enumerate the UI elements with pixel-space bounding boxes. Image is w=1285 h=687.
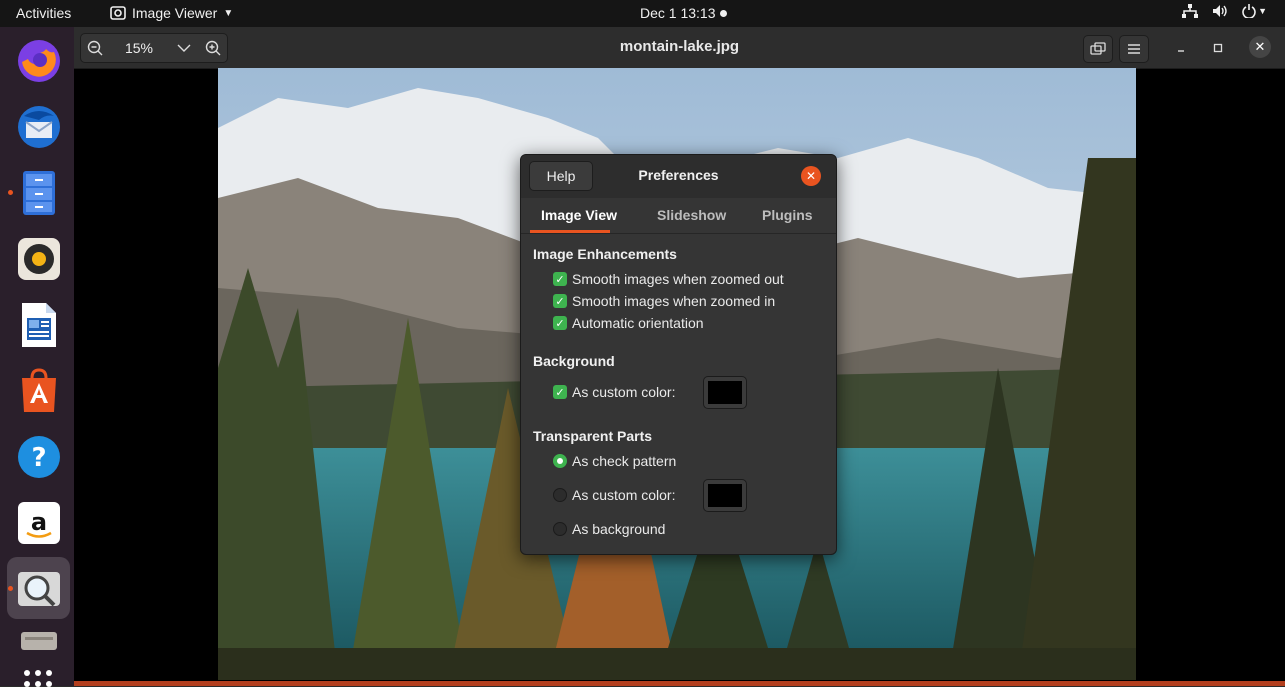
checkmark-icon: ✓: [553, 385, 567, 399]
svg-text:?: ?: [31, 443, 46, 473]
network-icon: [1182, 4, 1199, 18]
dialog-header: Help Preferences ✕: [521, 155, 836, 198]
gallery-button[interactable]: [1083, 35, 1113, 63]
files-icon[interactable]: [14, 168, 64, 218]
running-indicator: [8, 586, 13, 591]
chevron-down-icon: ▼: [223, 7, 234, 19]
radio-label: As custom color:: [572, 487, 676, 503]
hamburger-icon: [1128, 44, 1140, 54]
color-swatch: [708, 381, 742, 404]
clock[interactable]: Dec 1 13:13: [640, 5, 727, 21]
as-background-radio[interactable]: As background: [553, 521, 665, 537]
activities-button[interactable]: Activities: [16, 5, 71, 21]
dialog-close-button[interactable]: ✕: [801, 166, 821, 186]
tab-bar: Image View Slideshow Plugins: [521, 198, 836, 234]
radio-indicator: [553, 522, 567, 536]
close-icon: ✕: [805, 169, 817, 183]
checkbox-label: As custom color:: [572, 384, 676, 400]
preferences-dialog: Help Preferences ✕ Image View Slideshow …: [520, 154, 837, 555]
chevron-down-icon: ▼: [1258, 6, 1267, 16]
radio-indicator: [553, 454, 567, 468]
checkbox-label: Smooth images when zoomed in: [572, 293, 776, 309]
amazon-icon[interactable]: a: [14, 498, 64, 548]
power-icon: ▼: [1242, 4, 1267, 18]
top-bar: Activities Image Viewer ▼ Dec 1 13:13 ▼: [0, 0, 1285, 27]
section-transparent-parts: Transparent Parts: [533, 428, 653, 444]
app-menu[interactable]: Image Viewer ▼: [110, 5, 233, 21]
software-icon[interactable]: [14, 366, 64, 416]
section-background: Background: [533, 353, 615, 369]
minimize-button[interactable]: [1167, 35, 1195, 61]
svg-text:a: a: [31, 508, 47, 536]
checkbox-label: Automatic orientation: [572, 315, 704, 331]
smooth-zoomed-out-checkbox[interactable]: ✓ Smooth images when zoomed out: [553, 271, 784, 287]
section-image-enhancements: Image Enhancements: [533, 246, 677, 262]
maximize-button[interactable]: [1204, 35, 1232, 61]
thunderbird-icon[interactable]: [14, 102, 64, 152]
radio-label: As check pattern: [572, 453, 677, 469]
close-icon: ✕: [1254, 39, 1266, 54]
app-menu-label: Image Viewer: [132, 5, 218, 21]
radio-indicator: [553, 488, 567, 502]
writer-icon[interactable]: [14, 300, 64, 350]
header-bar: 15% montain-lake.jpg ✕: [74, 27, 1285, 69]
checkbox-label: Smooth images when zoomed out: [572, 271, 784, 287]
checkmark-icon: ✓: [553, 316, 567, 330]
disk-icon[interactable]: [14, 625, 64, 655]
tab-plugins[interactable]: Plugins: [762, 207, 813, 223]
dialog-title: Preferences: [638, 167, 719, 183]
dock: ? a: [0, 27, 74, 687]
close-button[interactable]: ✕: [1249, 36, 1271, 58]
background-color-button[interactable]: [703, 376, 747, 409]
tab-image-view[interactable]: Image View: [541, 207, 617, 223]
window-bottom-accent: [74, 681, 1285, 686]
image-viewer-small-icon: [110, 6, 126, 20]
transparent-custom-color-radio[interactable]: As custom color:: [553, 487, 675, 503]
image-viewer-icon[interactable]: [14, 564, 64, 614]
clock-label: Dec 1 13:13: [640, 5, 716, 21]
system-menu[interactable]: ▼: [1182, 4, 1267, 18]
rhythmbox-icon[interactable]: [14, 234, 64, 284]
volume-icon: [1212, 4, 1228, 18]
checkmark-icon: ✓: [553, 294, 567, 308]
gallery-icon: [1090, 42, 1106, 55]
tab-slideshow[interactable]: Slideshow: [657, 207, 726, 223]
notification-dot: [719, 9, 727, 17]
automatic-orientation-checkbox[interactable]: ✓ Automatic orientation: [553, 315, 704, 331]
active-tab-indicator: [530, 230, 610, 233]
maximize-icon: [1213, 43, 1223, 53]
radio-label: As background: [572, 521, 666, 537]
smooth-zoomed-in-checkbox[interactable]: ✓ Smooth images when zoomed in: [553, 293, 775, 309]
minimize-icon: [1178, 50, 1184, 52]
firefox-icon[interactable]: [14, 36, 64, 86]
menu-button[interactable]: [1119, 35, 1149, 63]
help-icon[interactable]: ?: [14, 432, 64, 482]
transparent-color-button[interactable]: [703, 479, 747, 512]
running-indicator: [8, 190, 13, 195]
show-apps-icon[interactable]: [24, 670, 56, 687]
check-pattern-radio[interactable]: As check pattern: [553, 453, 676, 469]
color-swatch: [708, 484, 742, 507]
checkmark-icon: ✓: [553, 272, 567, 286]
background-custom-color-checkbox[interactable]: ✓ As custom color:: [553, 384, 675, 400]
